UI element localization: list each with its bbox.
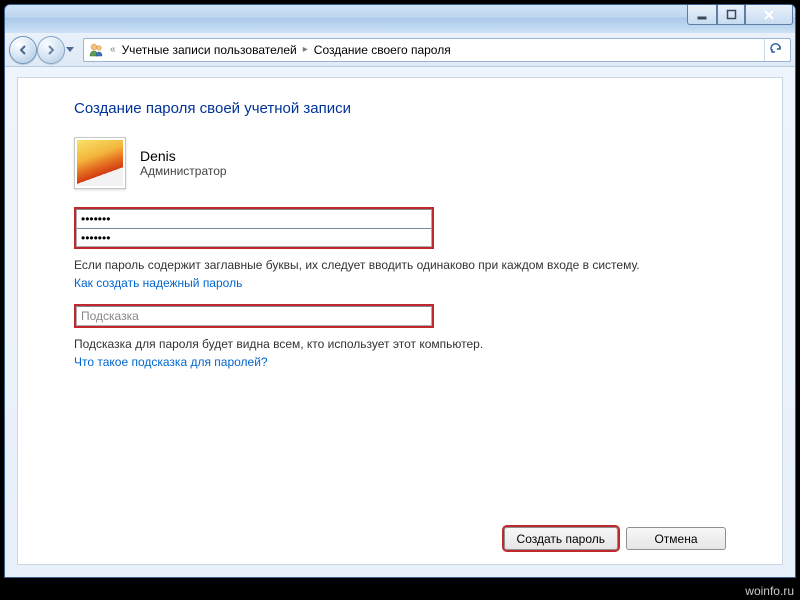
hint-visibility-warning: Подсказка для пароля будет видна всем, к… [74,336,726,353]
control-panel-window: « Учетные записи пользователей ▸ Создани… [4,4,796,578]
password-hint-input[interactable] [76,306,432,326]
close-button[interactable] [745,5,793,25]
strong-password-link[interactable]: Как создать надежный пароль [74,276,726,290]
navigation-bar: « Учетные записи пользователей ▸ Создани… [5,33,795,67]
breadcrumb-separator-icon: ▸ [303,44,308,55]
minimize-button[interactable] [687,5,717,25]
breadcrumb-level-2[interactable]: Создание своего пароля [314,43,451,57]
breadcrumb-level-1[interactable]: Учетные записи пользователей [122,43,297,57]
what-is-hint-link[interactable]: Что такое подсказка для паролей? [74,355,726,369]
user-role: Администратор [140,164,227,178]
flower-avatar-image [77,140,123,186]
breadcrumb-prefix: « [110,44,116,55]
page-title: Создание пароля своей учетной записи [74,100,726,117]
user-summary: Denis Администратор [74,137,726,189]
user-name: Denis [140,148,227,164]
password-fields-highlight [74,207,434,249]
refresh-button[interactable] [764,39,786,61]
forward-button[interactable] [37,36,65,64]
caps-warning-text: Если пароль содержит заглавные буквы, их… [74,257,726,274]
avatar [74,137,126,189]
address-bar[interactable]: « Учетные записи пользователей ▸ Создани… [83,38,791,62]
user-accounts-icon [88,42,104,58]
watermark: woinfo.ru [745,584,794,598]
content-panel: Создание пароля своей учетной записи Den… [17,77,783,565]
cancel-button[interactable]: Отмена [626,527,726,550]
confirm-password-input[interactable] [76,228,432,247]
nav-history-dropdown[interactable] [63,39,77,61]
back-button[interactable] [9,36,37,64]
dialog-footer: Создать пароль Отмена [74,507,726,550]
hint-field-highlight [74,304,434,328]
maximize-button[interactable] [717,5,745,25]
new-password-input[interactable] [76,209,432,228]
window-titlebar [5,5,795,33]
create-password-button[interactable]: Создать пароль [504,527,618,550]
